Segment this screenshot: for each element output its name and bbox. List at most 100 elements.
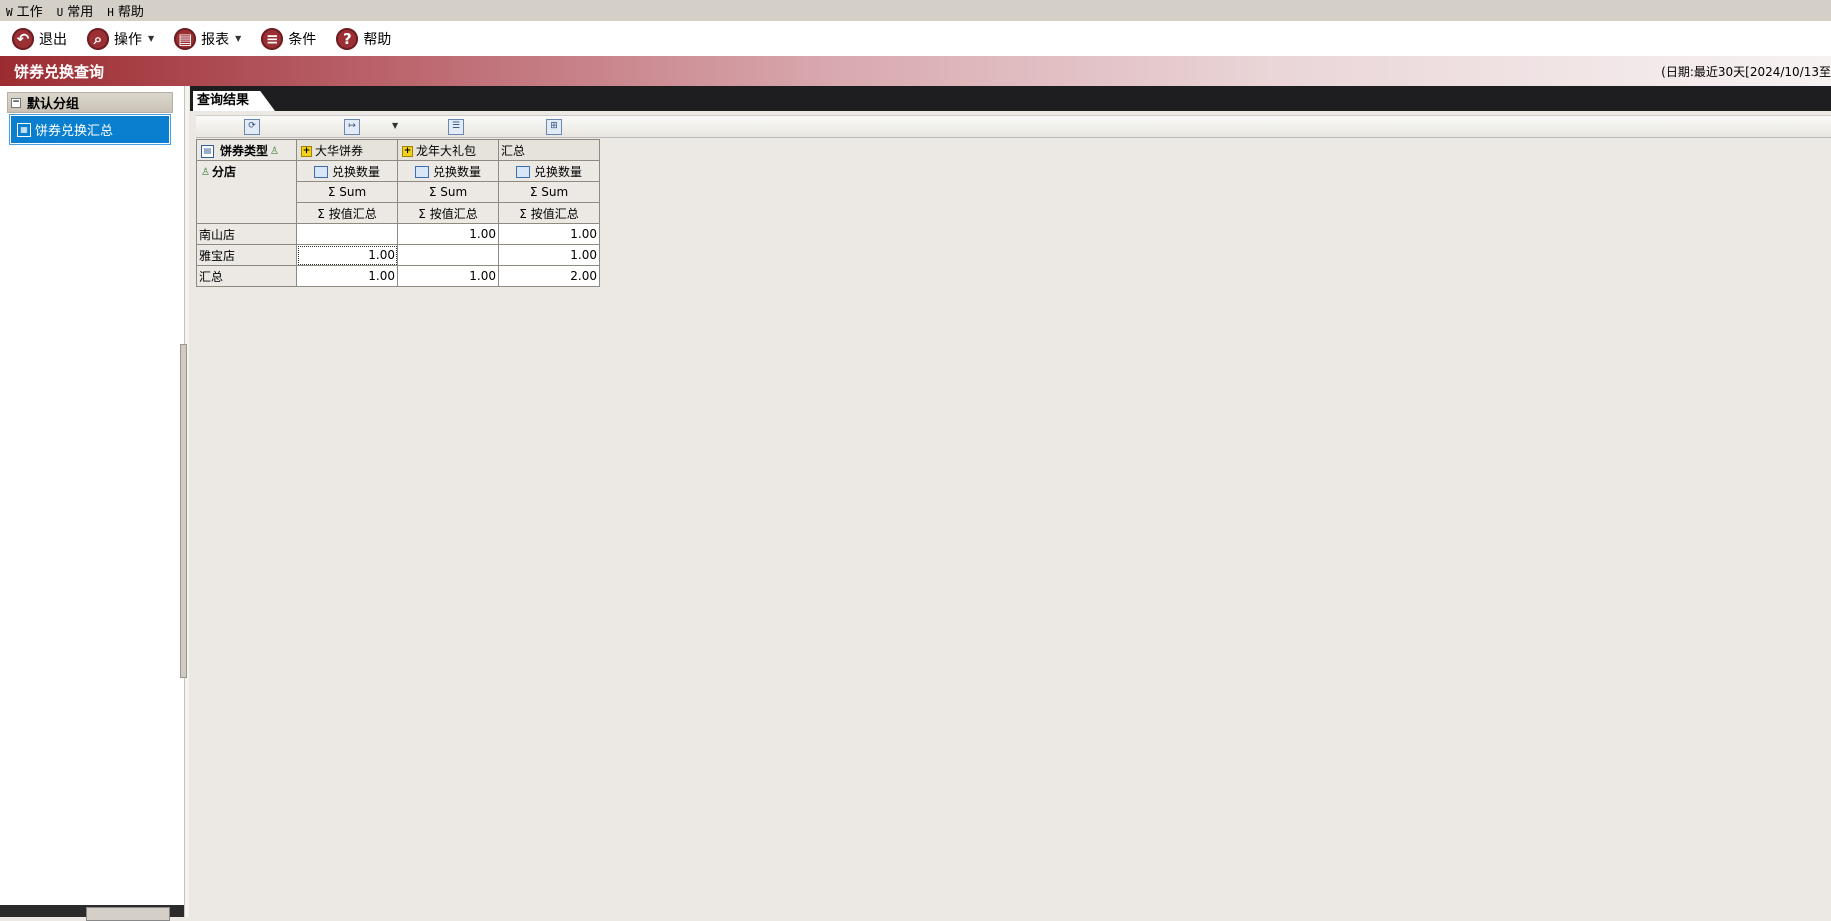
pivot-grid: ▤ 饼券类型 ♙ + 大华饼券 + 龙年大礼包 汇总 ♙ 分店 兑换数量 兑换数量 兑换数… [196,139,600,287]
expand-icon[interactable]: + [301,145,312,157]
exit-button[interactable]: ↶ 退出 [12,27,67,50]
operate-caret-icon[interactable]: ▼ [148,34,154,43]
measure-header[interactable]: 兑换数量 [498,160,600,182]
condition-label: 条件 [288,31,317,48]
data-cell[interactable]: 1.00 [397,265,499,287]
expand-icon[interactable]: + [402,145,413,157]
table-row: 雅宝店 1.00 1.00 [196,244,600,266]
aggregate-header: Σ Sum [296,181,398,203]
pivot-field-icon: ▤ [201,144,214,158]
search-icon: ⌕ [87,27,109,50]
sigma-icon: Σ [519,206,527,221]
filter-icon[interactable]: ♙ [270,146,279,157]
row-field-header[interactable]: ♙ 分店 [196,160,297,224]
condition-button[interactable]: ≡ 条件 [261,27,317,50]
aggregate-label: Sum [541,185,569,199]
menu-common-label: 常用 [67,5,94,20]
menu-help[interactable]: H 帮助 [101,1,152,20]
sidebar-item-coupon-summary[interactable]: ▦ 饼券兑换汇总 [9,114,171,145]
sigma-icon: Σ [418,206,426,221]
menu-help-key: H [107,6,114,19]
sidebar-group-label: 默认分组 [27,97,80,112]
menu-work-key: W [6,6,13,19]
value-header: Σ 按值汇总 [296,202,398,224]
value-label: 按值汇总 [429,206,478,221]
report-caret-icon[interactable]: ▼ [235,34,241,43]
table-row: 南山店 1.00 1.00 [196,223,600,245]
title-banner: 饼券兑换查询 (日期:最近30天[2024/10/13至 [0,56,1831,86]
export-icon[interactable]: ↦ [344,119,360,135]
row-label[interactable]: 雅宝店 [196,244,297,266]
menu-help-label: 帮助 [117,5,144,20]
field-list-icon[interactable]: ☰ [448,119,464,135]
operate-button[interactable]: ⌕ 操作 ▼ [87,27,154,50]
value-label: 按值汇总 [328,206,377,221]
report-icon: ▦ [17,122,31,137]
operate-label: 操作 [114,31,142,48]
tab-query-result[interactable]: 查询结果 [193,91,276,111]
column-header-total: 汇总 [498,139,600,161]
row-label[interactable]: 南山店 [196,223,297,245]
filter-icon[interactable]: ♙ [201,167,210,178]
help-label: 帮助 [363,31,392,48]
data-cell[interactable]: 1.00 [498,223,600,245]
splitter-grip[interactable] [180,344,187,678]
data-cell[interactable]: 1.00 [296,244,398,266]
panel-splitter[interactable] [180,86,189,917]
data-cell[interactable]: 1.00 [397,223,499,245]
column-label: 大华饼券 [315,143,364,158]
exit-icon: ↶ [12,27,34,50]
sidebar-group-header[interactable]: − 默认分组 [7,92,173,113]
aggregate-header: Σ Sum [498,181,600,203]
sidebar-footer-tab[interactable] [86,907,170,921]
export-caret-icon[interactable]: ▼ [392,121,398,130]
data-cell[interactable]: 2.00 [498,265,600,287]
menu-work[interactable]: W 工作 [0,1,51,20]
menu-common-key: U [56,6,64,19]
page-title: 饼券兑换查询 [14,62,105,81]
value-header: Σ 按值汇总 [397,202,499,224]
measure-header[interactable]: 兑换数量 [397,160,499,182]
pivot-toolbar: ⟳ ↦ ▼ ☰ ⊞ [196,115,1831,138]
measure-icon [414,166,429,178]
exit-label: 退出 [39,31,67,48]
help-icon: ? [336,27,359,50]
aggregate-label: Sum [440,185,468,199]
value-header: Σ 按值汇总 [498,202,600,224]
measure-icon [313,166,328,178]
column-field-label: 饼券类型 [220,143,269,158]
aggregate-label: Sum [339,185,367,199]
main-panel: 查询结果 ⟳ ↦ ▼ ☰ ⊞ ▤ 饼券类型 ♙ + 大华饼券 + 龙年大礼包 汇总 ♙ 分… [190,86,1831,917]
sidebar-item-label: 饼券兑换汇总 [35,124,114,139]
column-header-longnian[interactable]: + 龙年大礼包 [397,139,499,161]
sigma-icon: Σ [327,185,336,199]
column-field-header[interactable]: ▤ 饼券类型 ♙ [196,139,297,161]
layout-icon[interactable]: ⊞ [546,119,562,135]
sidebar-footer [0,905,184,921]
data-cell[interactable]: 1.00 [498,244,600,266]
row-label[interactable]: 汇总 [196,265,297,287]
report-button[interactable]: ▤ 报表 ▼ [174,27,241,50]
sigma-icon: Σ [317,206,325,221]
sidebar: − 默认分组 ▦ 饼券兑换汇总 [0,86,185,921]
measure-icon [515,166,530,178]
collapse-icon[interactable]: − [11,97,21,108]
column-label: 汇总 [501,143,526,158]
sigma-icon: Σ [529,185,538,199]
measure-label: 兑换数量 [331,164,380,179]
condition-icon: ≡ [261,27,284,50]
printer-icon: ▤ [174,27,197,50]
menu-common[interactable]: U 常用 [51,1,102,20]
measure-label: 兑换数量 [533,164,582,179]
data-cell[interactable] [296,223,398,245]
help-button[interactable]: ? 帮助 [336,27,392,50]
data-cell[interactable]: 1.00 [296,265,398,287]
value-label: 按值汇总 [530,206,579,221]
measure-header[interactable]: 兑换数量 [296,160,398,182]
data-cell[interactable] [397,244,499,266]
sigma-icon: Σ [428,185,437,199]
aggregate-header: Σ Sum [397,181,499,203]
refresh-icon[interactable]: ⟳ [244,119,260,135]
column-label: 龙年大礼包 [416,143,477,158]
column-header-dahua[interactable]: + 大华饼券 [296,139,398,161]
